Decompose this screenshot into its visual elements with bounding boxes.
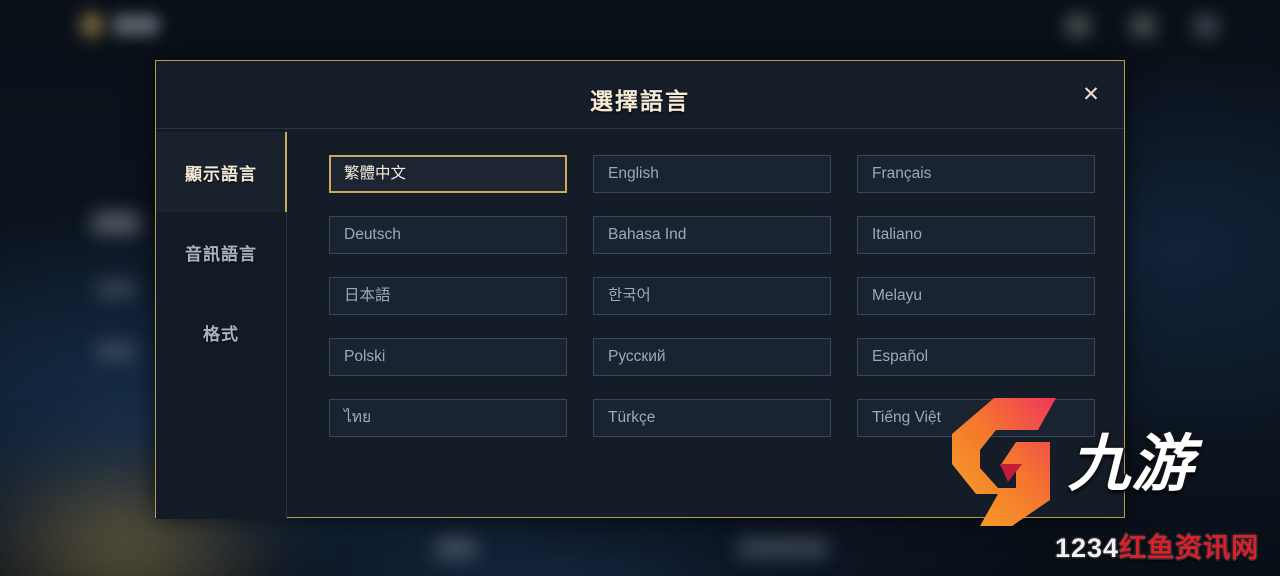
dialog-header: 選擇語言 ✕ xyxy=(156,61,1124,129)
bg-left-menu-1 xyxy=(92,212,140,234)
language-option-polski[interactable]: Polski xyxy=(329,338,567,376)
sidebar-item-audio-language[interactable]: 音訊語言 xyxy=(156,212,286,292)
language-option-bahasa-ind[interactable]: Bahasa Ind xyxy=(593,216,831,254)
sidebar-item-label: 顯示語言 xyxy=(185,164,257,184)
language-option-italiano[interactable]: Italiano xyxy=(857,216,1095,254)
dialog-title: 選擇語言 xyxy=(590,88,690,114)
bg-toolbar-icon-1 xyxy=(1065,14,1091,38)
language-option-espanol[interactable]: Español xyxy=(857,338,1095,376)
dialog-body: 顯示語言 音訊語言 格式 繁體中文 English Français Deuts… xyxy=(156,129,1124,519)
language-option-turkce[interactable]: Türkçe xyxy=(593,399,831,437)
sidebar-item-label: 音訊語言 xyxy=(185,244,257,264)
language-dialog: 選擇語言 ✕ 顯示語言 音訊語言 格式 繁體中文 English Françai… xyxy=(155,60,1125,519)
language-option-english[interactable]: English xyxy=(593,155,831,193)
bg-bottom-item-2 xyxy=(737,538,829,558)
bg-account-icon xyxy=(78,10,106,40)
language-option-melayu[interactable]: Melayu xyxy=(857,277,1095,315)
language-option-korean[interactable]: 한국어 xyxy=(593,277,831,315)
bg-toolbar-icon-2 xyxy=(1130,14,1156,38)
language-option-thai[interactable]: ไทย xyxy=(329,399,567,437)
bg-left-menu-2 xyxy=(96,280,136,298)
language-option-deutsch[interactable]: Deutsch xyxy=(329,216,567,254)
bg-account-chip xyxy=(112,14,160,36)
background-glow-bottom-center xyxy=(300,516,730,576)
close-icon[interactable]: ✕ xyxy=(1076,81,1106,109)
language-option-zh-hant[interactable]: 繁體中文 xyxy=(329,155,567,193)
language-grid: 繁體中文 English Français Deutsch Bahasa Ind… xyxy=(329,155,1095,437)
sidebar-item-display-language[interactable]: 顯示語言 xyxy=(156,132,287,212)
language-option-japanese[interactable]: 日本語 xyxy=(329,277,567,315)
language-option-russian[interactable]: Русский xyxy=(593,338,831,376)
bg-toolbar-icon-3 xyxy=(1193,14,1219,38)
sidebar-item-label: 格式 xyxy=(203,324,239,344)
language-option-tieng-viet[interactable]: Tiếng Việt xyxy=(857,399,1095,437)
language-option-francais[interactable]: Français xyxy=(857,155,1095,193)
sidebar-item-format[interactable]: 格式 xyxy=(156,292,286,372)
bg-left-menu-3 xyxy=(96,342,136,360)
language-list-area: 繁體中文 English Français Deutsch Bahasa Ind… xyxy=(287,129,1125,519)
dialog-sidebar: 顯示語言 音訊語言 格式 xyxy=(156,129,287,519)
